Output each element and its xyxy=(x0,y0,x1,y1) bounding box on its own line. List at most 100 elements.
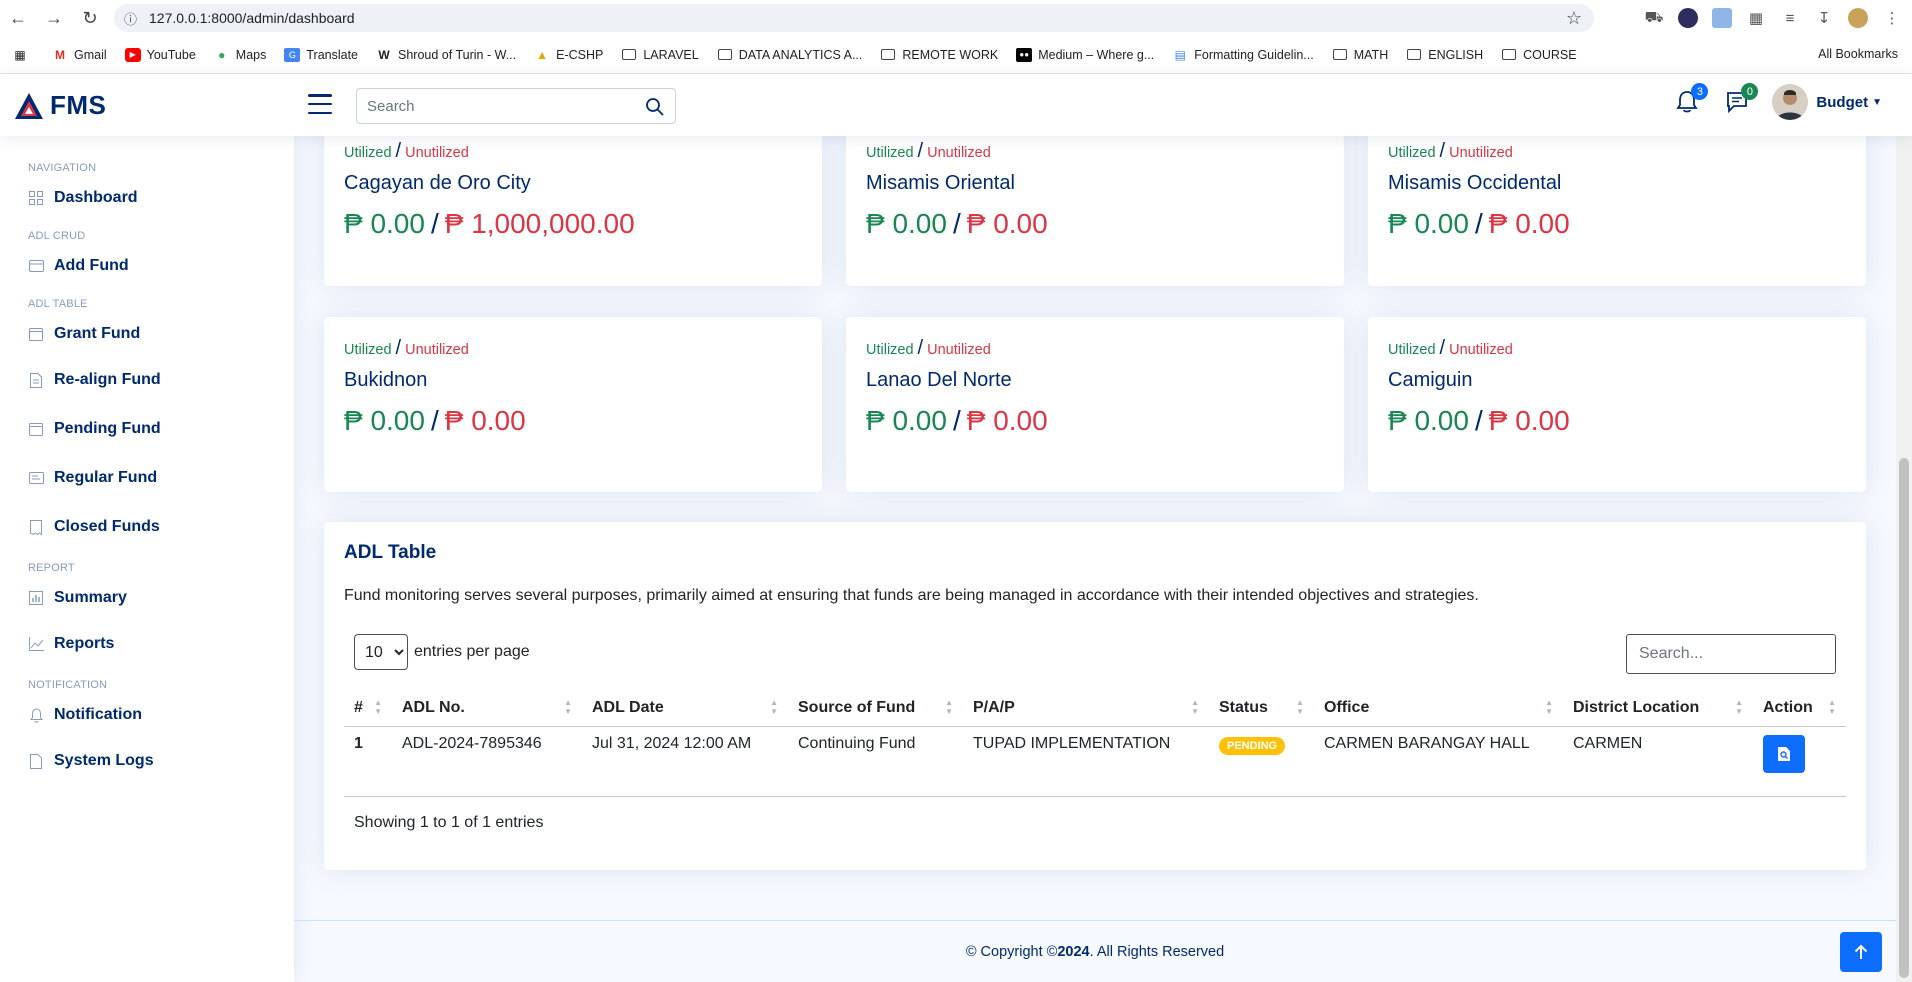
messages-button[interactable]: 0 xyxy=(1722,83,1759,117)
avatar[interactable] xyxy=(1772,84,1809,120)
sidebar-item-dashboard[interactable]: Dashboard xyxy=(28,184,294,212)
extension-circle-icon[interactable] xyxy=(1678,8,1698,28)
search-input[interactable] xyxy=(367,97,637,115)
page-scrollbar[interactable] xyxy=(1896,136,1912,982)
folder-icon xyxy=(622,49,637,60)
col-header-num[interactable]: # ▲ ▼ xyxy=(344,690,392,727)
chevron-down-icon[interactable]: ▼ xyxy=(1872,97,1882,108)
bookmark-data-analytics[interactable]: DATA ANALYTICS A... xyxy=(717,48,862,62)
logo-icon xyxy=(15,92,43,119)
notifications-button[interactable]: 3 xyxy=(1672,83,1709,117)
logo-text: FMS xyxy=(50,90,107,120)
bookmark-shroud[interactable]: W Shroud of Turin - W... xyxy=(376,48,516,62)
logo[interactable]: FMS xyxy=(14,90,106,121)
col-header-adl-no[interactable]: ADL No. ▲ ▼ xyxy=(392,690,582,727)
bookmark-formatting[interactable]: ▤ Formatting Guidelin... xyxy=(1172,48,1314,62)
sidebar-item-closed-funds[interactable]: Closed Funds xyxy=(28,513,294,541)
bookmark-english[interactable]: ENGLISH xyxy=(1406,48,1483,62)
adl-table-title: ADL Table xyxy=(344,542,437,563)
sidebar-item-pending-fund[interactable]: Pending Fund xyxy=(28,415,294,443)
bookmark-translate[interactable]: G Translate xyxy=(284,47,358,62)
col-header-status[interactable]: Status ▲ ▼ xyxy=(1209,690,1314,727)
sort-icon: ▲ ▼ xyxy=(770,698,778,716)
app-header: FMS 3 0 xyxy=(0,74,1912,136)
sidebar-item-grant-fund[interactable]: Grant Fund xyxy=(28,320,294,348)
bookmark-maps[interactable]: ● Maps xyxy=(214,48,266,62)
col-header-district[interactable]: District Location ▲ ▼ xyxy=(1563,690,1753,727)
card-amounts: ₱ 0.00/₱ 0.00 xyxy=(1388,405,1570,436)
card-icon xyxy=(28,258,44,274)
table-info: Showing 1 to 1 of 1 entries xyxy=(354,814,544,831)
download-icon[interactable]: ↧ xyxy=(1814,8,1834,28)
gmail-icon: M xyxy=(55,47,65,62)
sort-icon: ▲ ▼ xyxy=(1545,698,1553,716)
col-header-source[interactable]: Source of Fund ▲ ▼ xyxy=(788,690,963,727)
bookmark-course[interactable]: COURSE xyxy=(1501,48,1577,62)
extensions-puzzle-icon[interactable]: ▦ xyxy=(1746,8,1766,28)
medium-icon: ●● xyxy=(1016,47,1033,62)
cell-source: Continuing Fund xyxy=(788,726,963,797)
adl-table-description: Fund monitoring serves several purposes,… xyxy=(344,587,1479,604)
sidebar-heading-adl-table: ADL TABLE xyxy=(28,298,88,310)
sidebar-item-add-fund[interactable]: Add Fund xyxy=(28,252,294,280)
bookmark-youtube[interactable]: ▶ YouTube xyxy=(124,47,196,62)
reading-list-icon[interactable]: ≡ xyxy=(1780,8,1800,28)
sort-icon: ▲ ▼ xyxy=(1735,698,1743,716)
sidebar-item-summary[interactable]: Summary xyxy=(28,584,294,612)
sidebar-item-system-logs[interactable]: System Logs xyxy=(28,747,294,775)
sidebar-item-notification[interactable]: Notification xyxy=(28,701,294,729)
sidebar-item-reports[interactable]: Reports xyxy=(28,630,294,658)
view-button[interactable] xyxy=(1763,734,1805,773)
util-legend: Utilized / Unutilized xyxy=(866,140,991,162)
extension-grid-icon[interactable] xyxy=(1712,8,1732,28)
bookmark-medium[interactable]: ●● Medium – Where g... xyxy=(1016,47,1154,62)
bookmark-remote-work[interactable]: REMOTE WORK xyxy=(880,48,998,62)
cell-status: PENDING xyxy=(1209,726,1314,797)
site-info-icon[interactable]: ⓘ xyxy=(124,9,137,28)
address-bar[interactable]: ⓘ 127.0.0.1:8000/admin/dashboard ☆ xyxy=(114,4,1594,32)
copyright-suffix: . All Rights Reserved xyxy=(1089,943,1225,960)
reload-icon[interactable]: ↻ xyxy=(72,0,108,36)
card-amounts: ₱ 0.00/₱ 0.00 xyxy=(1388,208,1570,239)
bookmark-star-icon[interactable]: ☆ xyxy=(1566,8,1582,29)
col-header-adl-date[interactable]: ADL Date ▲ ▼ xyxy=(582,690,788,727)
cell-district: CARMEN xyxy=(1563,726,1753,797)
forward-icon[interactable]: → xyxy=(36,0,72,36)
youtube-icon: ▶ xyxy=(124,47,141,62)
search-icon[interactable] xyxy=(645,97,665,117)
shield-extension-icon[interactable]: ⛟ xyxy=(1644,8,1664,28)
sidebar-item-realign-fund[interactable]: Re-align Fund xyxy=(28,366,294,394)
wikipedia-icon: W xyxy=(378,47,390,62)
cell-adl-no: ADL-2024-7895346 xyxy=(392,726,582,797)
card-amounts: ₱ 0.00/₱ 0.00 xyxy=(866,208,1048,239)
file-search-icon xyxy=(1778,746,1790,761)
cell-num: 1 xyxy=(344,726,392,797)
bookmark-math[interactable]: MATH xyxy=(1332,48,1388,62)
bookmark-gmail[interactable]: M Gmail xyxy=(52,48,107,62)
menu-kebab-icon[interactable]: ⋮ xyxy=(1882,8,1902,28)
sidebar-toggle-icon[interactable] xyxy=(308,94,332,114)
sort-icon: ▲ ▼ xyxy=(945,698,953,716)
bookmark-laravel[interactable]: LARAVEL xyxy=(621,48,699,62)
util-legend: Utilized / Unutilized xyxy=(1388,140,1513,162)
table-search-input[interactable] xyxy=(1626,634,1836,674)
fund-card-misamis-oriental: Utilized / Unutilized Misamis Oriental ₱ 0… xyxy=(846,116,1344,286)
sidebar-item-regular-fund[interactable]: Regular Fund xyxy=(28,464,294,492)
col-header-office[interactable]: Office ▲ ▼ xyxy=(1314,690,1563,727)
card-amounts: ₱ 0.00/₱ 1,000,000.00 xyxy=(344,208,635,239)
all-bookmarks[interactable]: All Bookmarks xyxy=(1812,47,1898,61)
back-icon[interactable]: ← xyxy=(0,0,36,36)
sort-icon: ▲ ▼ xyxy=(564,698,572,716)
cell-office: CARMEN BARANGAY HALL xyxy=(1314,726,1563,797)
profile-name[interactable]: Budget xyxy=(1816,94,1868,111)
scroll-thumb[interactable] xyxy=(1899,458,1909,978)
bookmark-ecshp[interactable]: ▲ E-CSHP xyxy=(534,48,603,62)
col-header-action[interactable]: Action ▲ ▼ xyxy=(1753,690,1846,727)
cell-action xyxy=(1753,726,1846,797)
back-to-top-button[interactable] xyxy=(1840,932,1882,972)
per-page-select[interactable]: 10 xyxy=(354,634,408,670)
sidebar-heading-navigation: NAVIGATION xyxy=(28,162,97,174)
col-header-pap[interactable]: P/A/P ▲ ▼ xyxy=(963,690,1209,727)
apps-icon[interactable]: ▦ xyxy=(12,48,34,62)
profile-avatar-icon[interactable] xyxy=(1848,8,1868,28)
